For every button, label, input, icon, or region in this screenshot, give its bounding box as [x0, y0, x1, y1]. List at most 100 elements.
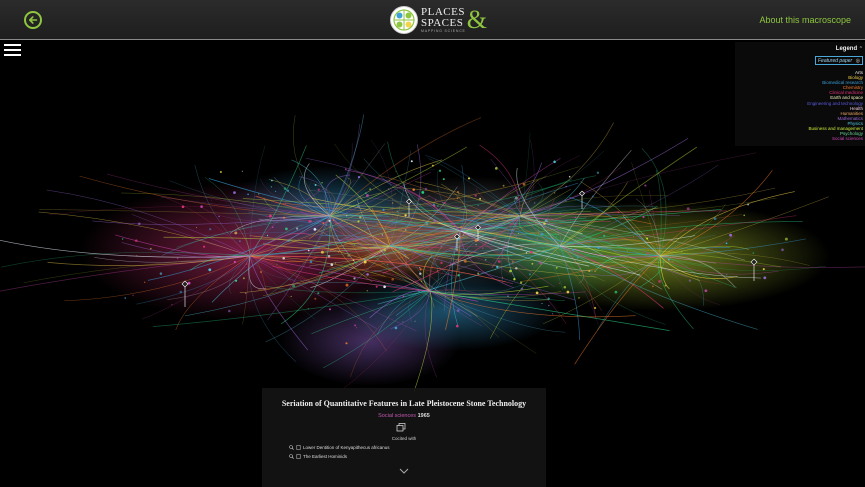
paper-node[interactable] [365, 192, 367, 194]
paper-node[interactable] [553, 160, 556, 164]
paper-node[interactable] [456, 197, 459, 200]
paper-node[interactable] [686, 207, 690, 211]
paper-node[interactable] [268, 214, 272, 218]
paper-node[interactable] [402, 321, 404, 323]
paper-node[interactable] [366, 290, 368, 292]
paper-node[interactable] [235, 279, 238, 282]
paper-node[interactable] [477, 204, 479, 206]
paper-node[interactable] [345, 342, 348, 345]
paper-node[interactable] [474, 239, 478, 242]
paper-node[interactable] [449, 195, 451, 197]
paper-node[interactable] [763, 276, 767, 280]
paper-node[interactable] [597, 246, 600, 250]
paper-node[interactable] [435, 199, 437, 201]
zoom-icon[interactable] [289, 445, 294, 450]
paper-node[interactable] [565, 185, 567, 188]
paper-node[interactable] [440, 245, 443, 248]
paper-node[interactable] [507, 295, 509, 298]
paper-node[interactable] [283, 187, 287, 190]
paper-node[interactable] [410, 160, 413, 163]
paper-node[interactable] [565, 200, 567, 202]
paper-node[interactable] [552, 313, 554, 315]
paper-node[interactable] [242, 277, 245, 280]
paper-node[interactable] [490, 238, 492, 240]
paper-node[interactable] [363, 260, 367, 264]
paper-node[interactable] [704, 289, 708, 293]
paper-node[interactable] [458, 193, 460, 195]
paper-node[interactable] [578, 296, 580, 299]
paper-node[interactable] [688, 279, 692, 282]
paper-node[interactable] [762, 268, 765, 271]
paper-node[interactable] [277, 205, 279, 207]
paper-node[interactable] [539, 261, 543, 265]
paper-node[interactable] [437, 205, 439, 207]
chevron-up-icon[interactable]: ⌃ [859, 46, 863, 52]
paper-node[interactable] [234, 231, 238, 235]
paper-node[interactable] [555, 266, 558, 269]
paper-node[interactable] [460, 226, 462, 228]
paper-node[interactable] [314, 184, 317, 186]
paper-node[interactable] [431, 164, 434, 167]
paper-node[interactable] [375, 285, 378, 288]
paper-node[interactable] [520, 287, 524, 291]
paper-node[interactable] [357, 205, 359, 207]
paper-node[interactable] [419, 266, 421, 269]
back-button[interactable] [24, 11, 42, 29]
paper-node[interactable] [530, 250, 533, 254]
paper-node[interactable] [548, 304, 550, 307]
paper-node[interactable] [658, 279, 662, 283]
paper-node[interactable] [282, 257, 285, 260]
paper-node[interactable] [781, 248, 784, 252]
paper-node[interactable] [520, 247, 523, 250]
paper-node[interactable] [418, 290, 420, 293]
paper-node[interactable] [352, 259, 355, 262]
paper-node[interactable] [137, 222, 141, 226]
paper-node[interactable] [482, 236, 484, 238]
paper-node[interactable] [425, 222, 429, 225]
paper-node[interactable] [270, 179, 273, 182]
paper-node[interactable] [433, 219, 437, 223]
paper-node[interactable] [497, 260, 501, 263]
paper-node[interactable] [270, 186, 273, 188]
paper-node[interactable] [502, 184, 505, 187]
paper-node[interactable] [502, 276, 504, 278]
paper-node[interactable] [752, 252, 755, 254]
paper-node[interactable] [576, 256, 579, 259]
paper-node[interactable] [352, 263, 354, 265]
paper-node[interactable] [310, 220, 312, 222]
paper-node[interactable] [317, 292, 320, 295]
document-icon[interactable] [296, 454, 301, 459]
paper-node[interactable] [136, 255, 138, 257]
paper-node[interactable] [509, 269, 512, 273]
paper-node[interactable] [353, 219, 355, 221]
paper-node[interactable] [329, 308, 331, 311]
paper-node[interactable] [617, 211, 620, 214]
paper-node[interactable] [574, 216, 577, 219]
paper-node[interactable] [260, 271, 262, 273]
paper-node[interactable] [517, 232, 519, 234]
zoom-icon[interactable] [289, 454, 294, 459]
paper-node[interactable] [396, 211, 398, 213]
paper-node[interactable] [477, 272, 480, 275]
paper-node[interactable] [456, 309, 460, 312]
paper-node[interactable] [594, 306, 597, 310]
paper-node[interactable] [443, 201, 446, 204]
paper-node[interactable] [246, 263, 248, 265]
paper-node[interactable] [531, 262, 534, 265]
paper-node[interactable] [596, 171, 600, 174]
paper-node[interactable] [420, 280, 423, 282]
paper-node[interactable] [725, 242, 728, 245]
paper-node[interactable] [484, 258, 487, 261]
paper-node[interactable] [514, 196, 518, 200]
paper-node[interactable] [320, 250, 324, 254]
paper-node[interactable] [369, 188, 371, 190]
paper-node[interactable] [241, 170, 243, 172]
paper-node[interactable] [496, 265, 499, 269]
places-spaces-logo[interactable]: PLACES SPACES MAPPING SCIENCE & [390, 6, 487, 34]
paper-node[interactable] [401, 245, 403, 247]
paper-node[interactable] [195, 226, 198, 229]
paper-node[interactable] [337, 251, 339, 253]
paper-node[interactable] [646, 252, 649, 255]
paper-node[interactable] [743, 214, 745, 217]
paper-node[interactable] [402, 295, 405, 298]
